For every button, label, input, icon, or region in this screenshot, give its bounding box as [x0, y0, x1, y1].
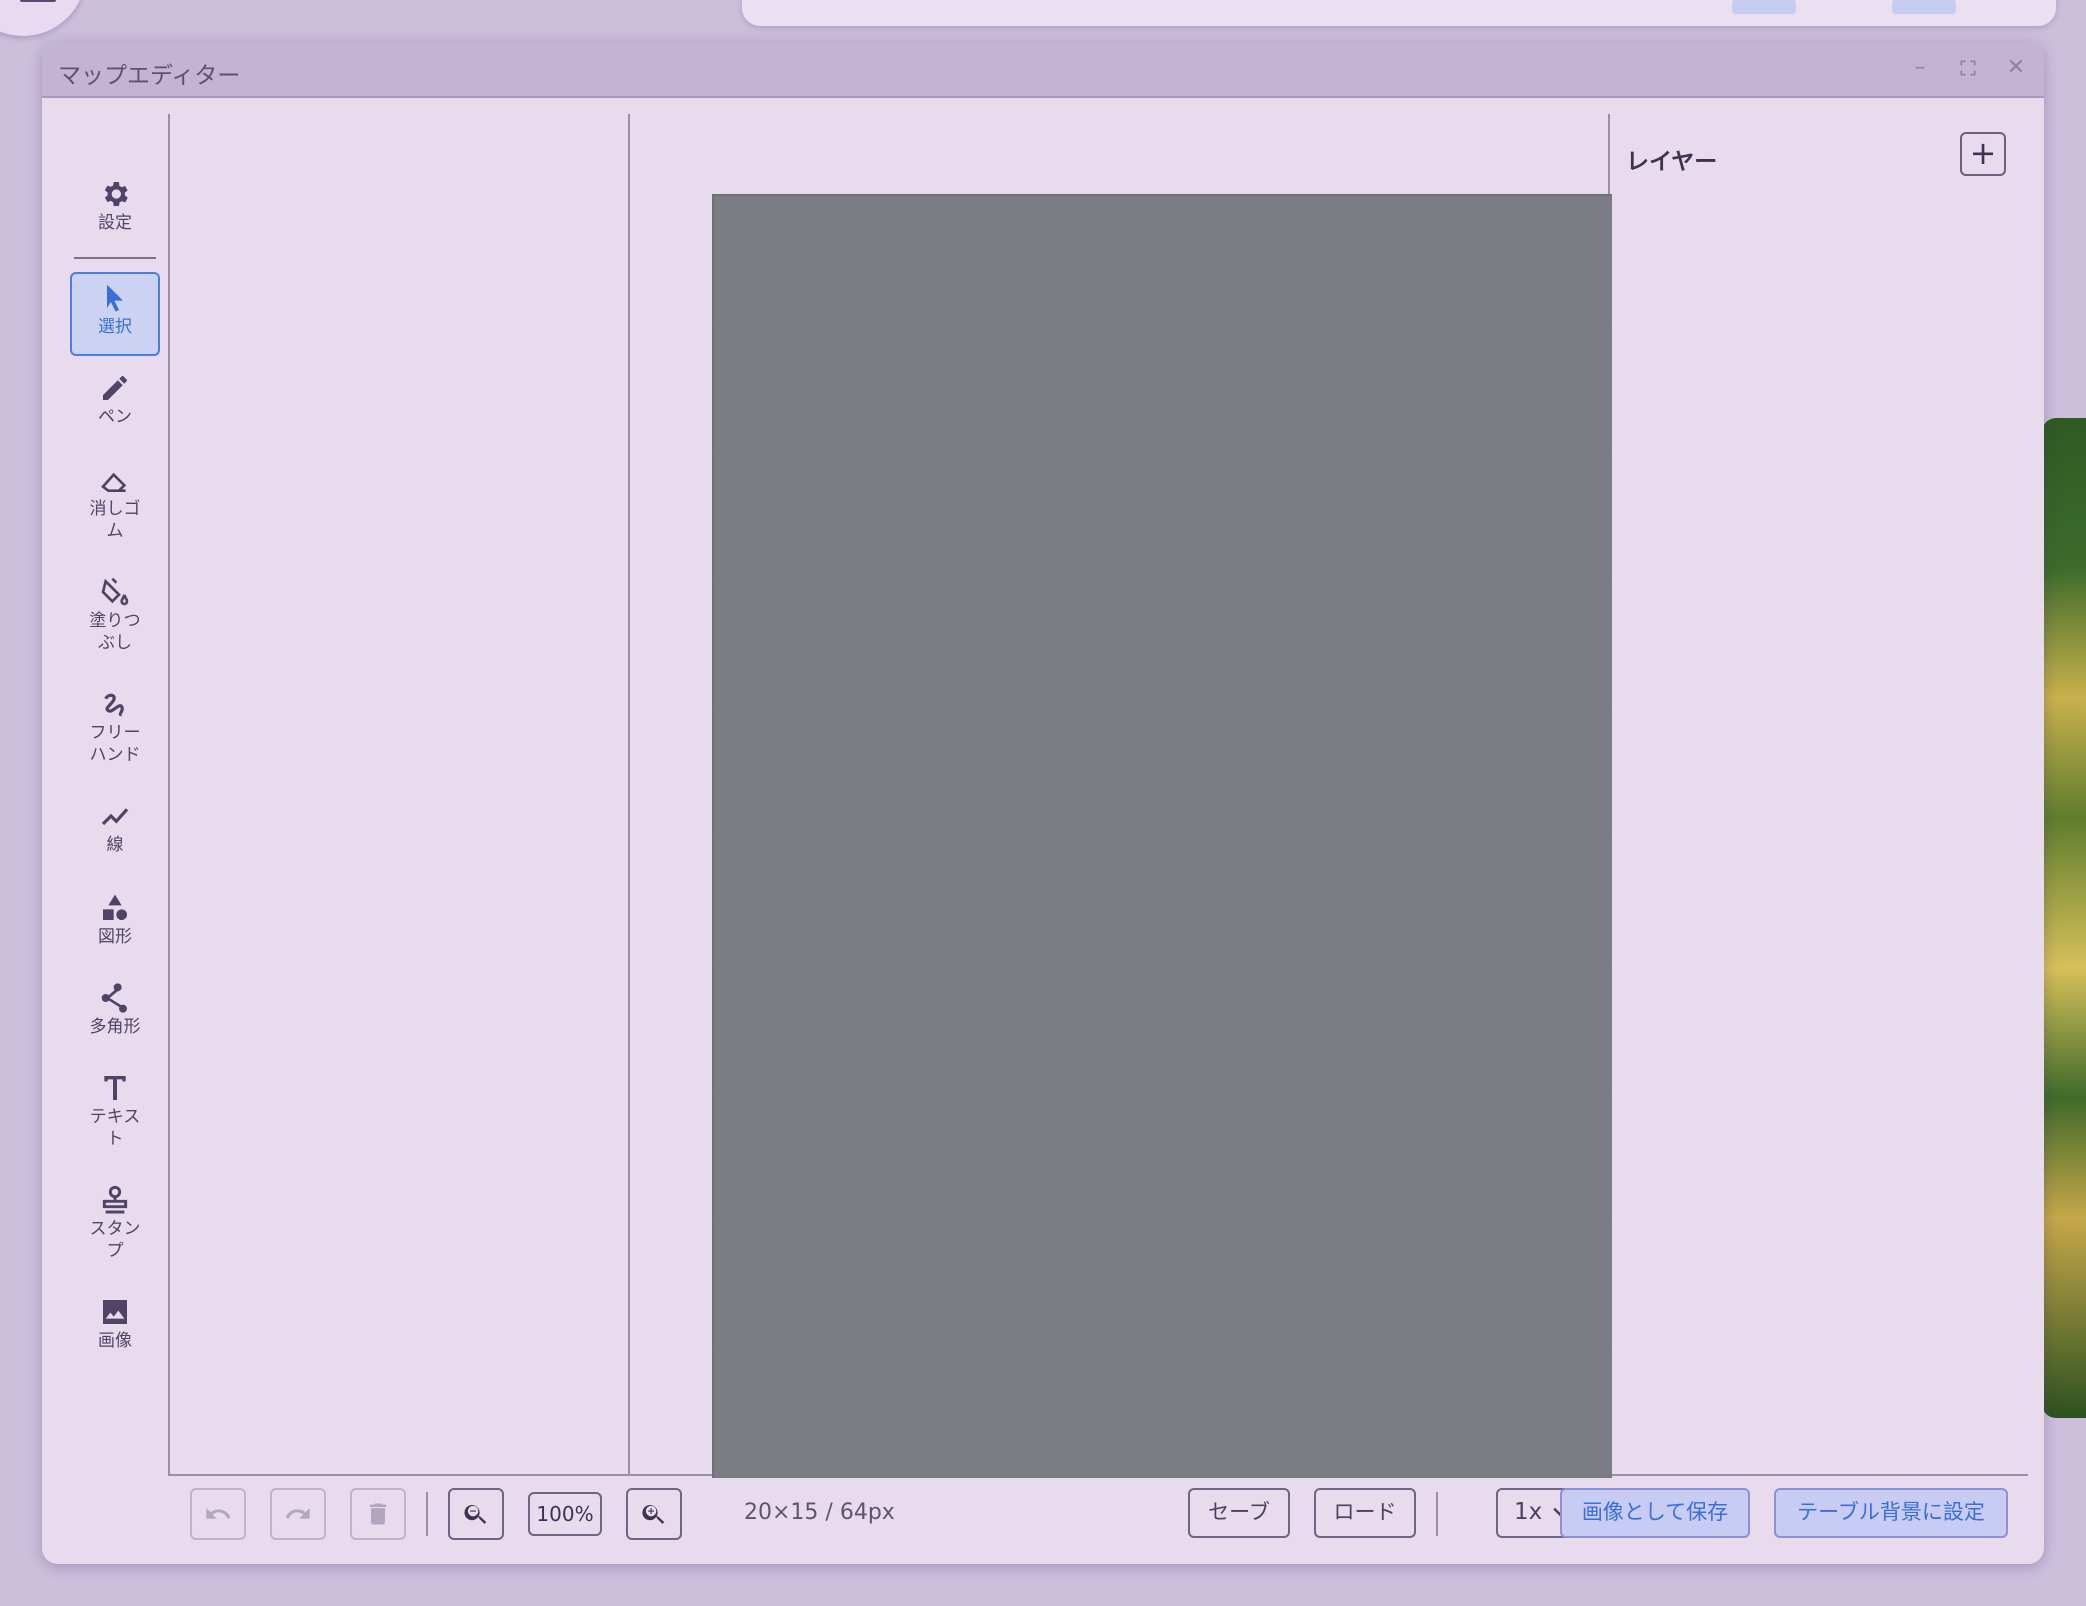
toolbar-separator: [74, 257, 156, 259]
zoom-level[interactable]: 100%: [528, 1492, 602, 1536]
tool-select[interactable]: 選択: [70, 272, 160, 356]
redo-icon: [285, 1508, 310, 1519]
map-grid: [714, 196, 1612, 1478]
delete-button[interactable]: [350, 1488, 406, 1540]
add-layer-button[interactable]: +: [1960, 132, 2006, 176]
close-icon[interactable]: ✕: [2002, 54, 2030, 82]
background-menu-button[interactable]: [0, 0, 86, 36]
background-map-image: [2042, 418, 2086, 1418]
properties-divider: [628, 114, 630, 1474]
paint-bucket-icon: [101, 577, 129, 606]
pen-icon: [103, 376, 127, 400]
gear-icon: [104, 182, 128, 206]
tool-sidebar: 設定 選択 ペン 消しゴム 塗りつぶし フリーハンド 線 図形 多角形 テキスト…: [42, 98, 168, 1564]
zoom-out-icon: [464, 1505, 487, 1524]
cursor-icon: [107, 284, 123, 312]
map-size-info: 20×15 / 64px: [744, 1500, 895, 1525]
load-button[interactable]: ロード: [1314, 1488, 1416, 1538]
polygon-icon: [101, 983, 127, 1013]
image-icon: [103, 1300, 127, 1324]
shapes-icon: [103, 894, 127, 920]
tool-fill[interactable]: 塗りつぶし: [70, 568, 160, 654]
undo-icon: [206, 1508, 231, 1519]
tool-polygon[interactable]: 多角形: [70, 974, 160, 1038]
window-title: マップエディター: [58, 63, 241, 89]
tool-image[interactable]: 画像: [70, 1288, 160, 1352]
tool-pen[interactable]: ペン: [70, 364, 160, 428]
zoom-in-icon: [642, 1505, 665, 1524]
map-editor-window: マップエディター – ✕ 設定 選択 ペン 消しゴム 塗りつぶし フリーハンド …: [42, 42, 2044, 1564]
save-as-image-button[interactable]: 画像として保存: [1560, 1488, 1750, 1538]
tool-stamp[interactable]: スタンプ: [70, 1176, 160, 1262]
save-button[interactable]: セーブ: [1188, 1488, 1290, 1538]
tool-line[interactable]: 線: [70, 792, 160, 856]
window-titlebar[interactable]: マップエディター – ✕: [42, 42, 2044, 98]
text-icon: [104, 1076, 126, 1100]
tool-eraser[interactable]: 消しゴム: [70, 456, 160, 542]
freehand-icon: [104, 693, 124, 717]
layers-title: レイヤー: [1626, 149, 1718, 175]
set-table-background-button[interactable]: テーブル背景に設定: [1774, 1488, 2008, 1538]
maximize-icon[interactable]: [1954, 54, 1982, 82]
tool-freehand[interactable]: フリーハンド: [70, 680, 160, 766]
zoom-out-button[interactable]: [448, 1488, 504, 1540]
settings-button[interactable]: 設定: [70, 170, 160, 234]
minimize-icon[interactable]: –: [1906, 54, 1934, 82]
line-icon: [101, 808, 129, 826]
undo-button[interactable]: [190, 1488, 246, 1540]
redo-button[interactable]: [270, 1488, 326, 1540]
tool-shapes[interactable]: 図形: [70, 884, 160, 948]
trash-icon: [369, 1503, 387, 1525]
zoom-in-button[interactable]: [626, 1488, 682, 1540]
tool-properties-panel: [170, 114, 626, 1474]
eraser-icon: [101, 472, 127, 492]
map-canvas[interactable]: [712, 194, 1612, 1478]
tool-text[interactable]: テキスト: [70, 1064, 160, 1150]
background-panel: [742, 0, 2056, 26]
stamp-icon: [102, 1185, 128, 1214]
